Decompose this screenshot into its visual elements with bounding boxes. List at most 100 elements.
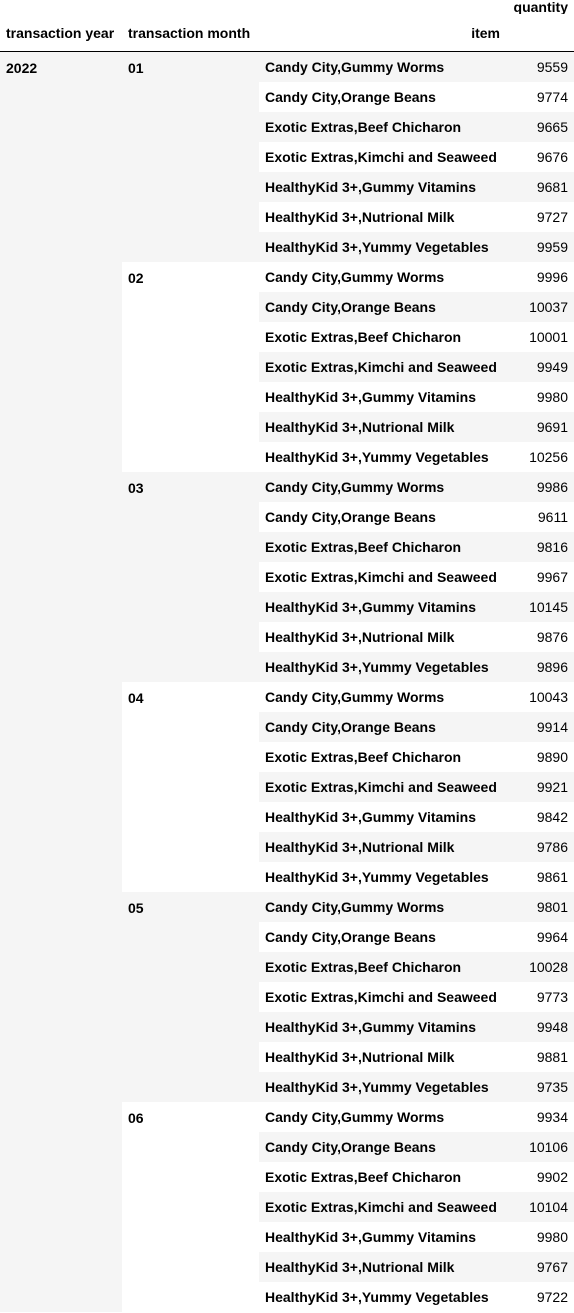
quantity-cell: 9816 <box>506 532 574 562</box>
item-cell: HealthyKid 3+,Yummy Vegetables <box>259 1282 506 1312</box>
quantity-cell: 9902 <box>506 1162 574 1192</box>
header-blank <box>0 0 122 14</box>
quantity-cell: 9801 <box>506 892 574 922</box>
quantity-cell: 9773 <box>506 982 574 1012</box>
item-cell: Exotic Extras,Beef Chicharon <box>259 952 506 982</box>
quantity-cell: 10145 <box>506 592 574 622</box>
quantity-cell: 9986 <box>506 472 574 502</box>
transaction-year-cell: 2022 <box>0 51 122 1312</box>
item-cell: Candy City,Gummy Worms <box>259 892 506 922</box>
item-cell: HealthyKid 3+,Nutrional Milk <box>259 202 506 232</box>
item-cell: HealthyKid 3+,Yummy Vegetables <box>259 652 506 682</box>
item-cell: Candy City,Gummy Worms <box>259 262 506 292</box>
quantity-cell: 9949 <box>506 352 574 382</box>
quantity-cell: 9914 <box>506 712 574 742</box>
header-blank <box>506 14 574 52</box>
item-cell: HealthyKid 3+,Yummy Vegetables <box>259 1072 506 1102</box>
item-header: item <box>471 24 500 41</box>
item-cell: Exotic Extras,Beef Chicharon <box>259 742 506 772</box>
quantity-cell: 9876 <box>506 622 574 652</box>
transaction-month-cell: 03 <box>122 472 259 682</box>
item-cell: Exotic Extras,Beef Chicharon <box>259 1162 506 1192</box>
item-cell: Exotic Extras,Kimchi and Seaweed <box>259 352 506 382</box>
quantity-cell: 9676 <box>506 142 574 172</box>
table-body: 2022 01 Candy City,Gummy Worms 9559 Candy Ci… <box>0 51 574 1312</box>
header-row-index: transaction year transaction month item <box>0 14 574 52</box>
item-cell: HealthyKid 3+,Nutrional Milk <box>259 412 506 442</box>
item-cell: Exotic Extras,Beef Chicharon <box>259 532 506 562</box>
item-cell: Candy City,Orange Beans <box>259 502 506 532</box>
quantity-header: quantity <box>513 0 568 14</box>
transaction-month-header: transaction month <box>128 24 251 41</box>
item-cell: HealthyKid 3+,Gummy Vitamins <box>259 592 506 622</box>
quantity-cell: 9722 <box>506 1282 574 1312</box>
quantity-cell: 9948 <box>506 1012 574 1042</box>
quantity-cell: 9861 <box>506 862 574 892</box>
item-cell: HealthyKid 3+,Nutrional Milk <box>259 1252 506 1282</box>
quantity-cell: 10256 <box>506 442 574 472</box>
item-cell: HealthyKid 3+,Yummy Vegetables <box>259 862 506 892</box>
item-cell: Exotic Extras,Beef Chicharon <box>259 322 506 352</box>
header-blank <box>259 0 506 14</box>
item-cell: Candy City,Gummy Worms <box>259 51 506 82</box>
quantity-cell: 9980 <box>506 1222 574 1252</box>
quantity-cell: 9786 <box>506 832 574 862</box>
quantity-cell: 9967 <box>506 562 574 592</box>
header-row-top: quantity <box>0 0 574 14</box>
item-cell: HealthyKid 3+,Yummy Vegetables <box>259 442 506 472</box>
quantity-cell: 10106 <box>506 1132 574 1162</box>
data-table: quantity transaction year transaction mo… <box>0 0 574 1312</box>
quantity-cell: 9727 <box>506 202 574 232</box>
item-cell: HealthyKid 3+,Nutrional Milk <box>259 1042 506 1072</box>
quantity-cell: 9681 <box>506 172 574 202</box>
quantity-cell: 10037 <box>506 292 574 322</box>
item-cell: HealthyKid 3+,Gummy Vitamins <box>259 1222 506 1252</box>
item-cell: Candy City,Orange Beans <box>259 922 506 952</box>
quantity-cell: 9890 <box>506 742 574 772</box>
item-cell: Candy City,Orange Beans <box>259 292 506 322</box>
item-cell: HealthyKid 3+,Gummy Vitamins <box>259 1012 506 1042</box>
item-cell: Candy City,Gummy Worms <box>259 682 506 712</box>
item-cell: Candy City,Gummy Worms <box>259 1102 506 1132</box>
quantity-cell: 9735 <box>506 1072 574 1102</box>
transaction-month-cell: 06 <box>122 1102 259 1312</box>
quantity-cell: 9980 <box>506 382 574 412</box>
item-cell: HealthyKid 3+,Gummy Vitamins <box>259 172 506 202</box>
item-cell: HealthyKid 3+,Gummy Vitamins <box>259 802 506 832</box>
table-row: 2022 01 Candy City,Gummy Worms 9559 <box>0 51 574 1312</box>
quantity-cell: 10001 <box>506 322 574 352</box>
item-cell: Candy City,Orange Beans <box>259 82 506 112</box>
item-cell: HealthyKid 3+,Nutrional Milk <box>259 622 506 652</box>
transaction-month-cell: 01 <box>122 51 259 262</box>
item-cell: Candy City,Orange Beans <box>259 1132 506 1162</box>
quantity-cell: 9559 <box>506 51 574 82</box>
item-cell: Exotic Extras,Kimchi and Seaweed <box>259 142 506 172</box>
item-cell: Candy City,Gummy Worms <box>259 472 506 502</box>
item-cell: Exotic Extras,Kimchi and Seaweed <box>259 772 506 802</box>
item-cell: Exotic Extras,Beef Chicharon <box>259 112 506 142</box>
quantity-cell: 9934 <box>506 1102 574 1132</box>
header-blank <box>122 0 259 14</box>
quantity-cell: 9665 <box>506 112 574 142</box>
item-cell: Candy City,Orange Beans <box>259 712 506 742</box>
item-cell: HealthyKid 3+,Yummy Vegetables <box>259 232 506 262</box>
quantity-cell: 9774 <box>506 82 574 112</box>
quantity-cell: 9881 <box>506 1042 574 1072</box>
quantity-cell: 9691 <box>506 412 574 442</box>
transaction-month-cell: 02 <box>122 262 259 472</box>
transaction-year-header: transaction year <box>6 24 115 41</box>
transaction-month-cell: 05 <box>122 892 259 1102</box>
quantity-cell: 9767 <box>506 1252 574 1282</box>
quantity-cell: 9921 <box>506 772 574 802</box>
quantity-cell: 9964 <box>506 922 574 952</box>
quantity-cell: 10043 <box>506 682 574 712</box>
item-cell: HealthyKid 3+,Gummy Vitamins <box>259 382 506 412</box>
transaction-month-cell: 04 <box>122 682 259 892</box>
item-cell: Exotic Extras,Kimchi and Seaweed <box>259 982 506 1012</box>
quantity-cell: 9996 <box>506 262 574 292</box>
item-cell: Exotic Extras,Kimchi and Seaweed <box>259 562 506 592</box>
quantity-cell: 9842 <box>506 802 574 832</box>
item-cell: Exotic Extras,Kimchi and Seaweed <box>259 1192 506 1222</box>
quantity-cell: 10028 <box>506 952 574 982</box>
quantity-cell: 10104 <box>506 1192 574 1222</box>
